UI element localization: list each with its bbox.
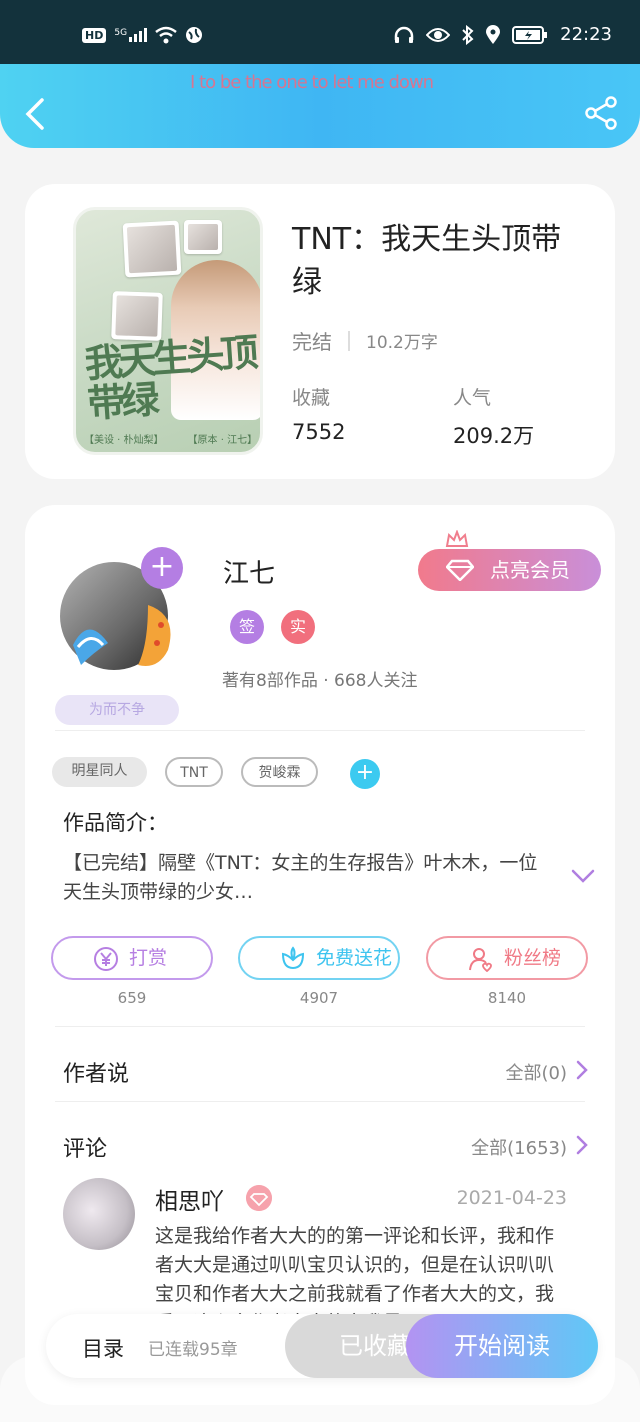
fan-count: 8140	[487, 989, 527, 1007]
diamond-badge-icon	[246, 1185, 272, 1211]
flower-icon	[281, 946, 305, 970]
divider	[348, 330, 350, 351]
fan-ranking-button[interactable]: 粉丝榜	[426, 936, 588, 980]
bluetooth-icon	[462, 24, 474, 45]
tag-chip[interactable]: TNT	[165, 757, 223, 787]
comments-heading: 评论	[63, 1137, 108, 1162]
fan-ranking-label: 粉丝榜	[504, 947, 562, 969]
yen-icon	[94, 947, 118, 971]
commenter-avatar[interactable]	[63, 1178, 135, 1250]
cover-photo	[111, 291, 163, 341]
commenter-name[interactable]: 相思吖	[155, 1182, 224, 1216]
signal-label: 5G	[114, 28, 128, 38]
author-stats: 著有8部作品 · 668人关注	[222, 671, 418, 691]
add-tag-button[interactable]: +	[350, 759, 380, 789]
reward-label: 打赏	[129, 947, 168, 969]
book-status-row: 完结 10.2万字	[292, 326, 438, 355]
signal-icon: 5G	[114, 28, 148, 42]
koi-decoration-icon	[73, 605, 171, 666]
favorites-value: 7552	[292, 420, 346, 444]
author-says-all-link[interactable]: 全部(0)	[506, 1059, 568, 1085]
cover-title: 我天生头顶带绿	[83, 329, 256, 426]
status-right: 22:23	[394, 24, 612, 45]
globe-icon	[186, 27, 203, 43]
status-bar: HD 5G 22:23	[0, 0, 640, 64]
wifi-icon	[155, 26, 177, 44]
author-says-heading: 作者说	[63, 1062, 130, 1087]
send-flower-label: 免费送花	[316, 947, 393, 969]
book-cover[interactable]: 我天生头顶带绿 【美设 · 朴灿梨】 【原本 · 江七】	[73, 207, 263, 455]
hd-badge: HD	[82, 27, 107, 43]
chevron-right-icon[interactable]	[575, 1059, 589, 1081]
fan-icon	[469, 948, 492, 972]
author-name: 江七	[223, 559, 276, 589]
start-reading-button[interactable]: 开始阅读	[406, 1314, 598, 1378]
book-title: TNT：我天生头顶带绿	[292, 222, 562, 300]
signed-badge: 签	[230, 610, 264, 644]
vip-button[interactable]: 点亮会员	[418, 549, 601, 591]
verified-badge: 实	[281, 610, 315, 644]
word-count: 10.2万字	[366, 333, 438, 353]
cover-photo	[184, 220, 222, 254]
vip-label: 点亮会员	[490, 558, 570, 582]
divider	[55, 1101, 585, 1102]
chevron-down-icon[interactable]	[571, 869, 595, 883]
book-status: 完结	[292, 330, 332, 354]
tag-chip[interactable]: 明星同人	[52, 757, 147, 787]
favorites-label: 收藏	[292, 387, 331, 409]
reward-button[interactable]: 打赏	[51, 936, 213, 980]
comments-all-link[interactable]: 全部(1653)	[471, 1134, 567, 1160]
cover-tag-left: 【美设 · 朴灿梨】	[84, 435, 164, 446]
book-info-card: 我天生头顶带绿 【美设 · 朴灿梨】 【原本 · 江七】 TNT：我天生头顶带绿…	[25, 184, 615, 479]
tag-chip[interactable]: 贺峻霖	[241, 757, 318, 787]
toc-button[interactable]: 目录	[82, 1333, 124, 1363]
share-icon[interactable]	[584, 96, 618, 130]
intro-heading: 作品简介：	[63, 811, 168, 835]
clock: 22:23	[560, 24, 612, 45]
bottom-action-bar: 目录 已连载95章 已收藏 开始阅读	[46, 1314, 598, 1378]
serial-count: 已连载95章	[148, 1340, 238, 1360]
divider	[55, 730, 585, 731]
author-tagline: 为而不争	[55, 695, 179, 725]
divider	[55, 1026, 585, 1027]
status-left: HD 5G	[82, 26, 203, 44]
top-nav: I to be the one to let me down	[0, 64, 640, 148]
cover-photo	[122, 220, 182, 278]
diamond-icon	[446, 559, 474, 581]
cover-tags: 【美设 · 朴灿梨】 【原本 · 江七】	[84, 431, 257, 446]
headphones-icon	[394, 26, 414, 43]
cover-tag-right: 【原本 · 江七】	[187, 435, 258, 446]
location-icon	[486, 24, 501, 44]
reward-count: 659	[117, 989, 147, 1007]
back-icon[interactable]	[22, 96, 50, 132]
follow-plus-button[interactable]: +	[141, 547, 183, 589]
battery-icon	[512, 25, 548, 44]
eye-icon	[426, 27, 451, 42]
comment-date: 2021-04-23	[456, 1187, 567, 1209]
send-flower-button[interactable]: 免费送花	[238, 936, 400, 980]
popularity-value: 209.2万	[453, 424, 535, 448]
intro-text: 【已完结】隔壁《TNT：女主的生存报告》叶木木，一位天生头顶带绿的少女…	[63, 852, 538, 903]
author-details-card: + 为而不争 江七 点亮会员 签 实 著有8部作品 · 668人关注 明星同人 …	[25, 505, 615, 1405]
crown-icon	[445, 530, 469, 547]
lyric-overlay: I to be the one to let me down	[190, 72, 434, 93]
popularity-label: 人气	[453, 387, 492, 409]
chevron-right-icon[interactable]	[575, 1134, 589, 1156]
flower-count: 4907	[299, 989, 339, 1007]
